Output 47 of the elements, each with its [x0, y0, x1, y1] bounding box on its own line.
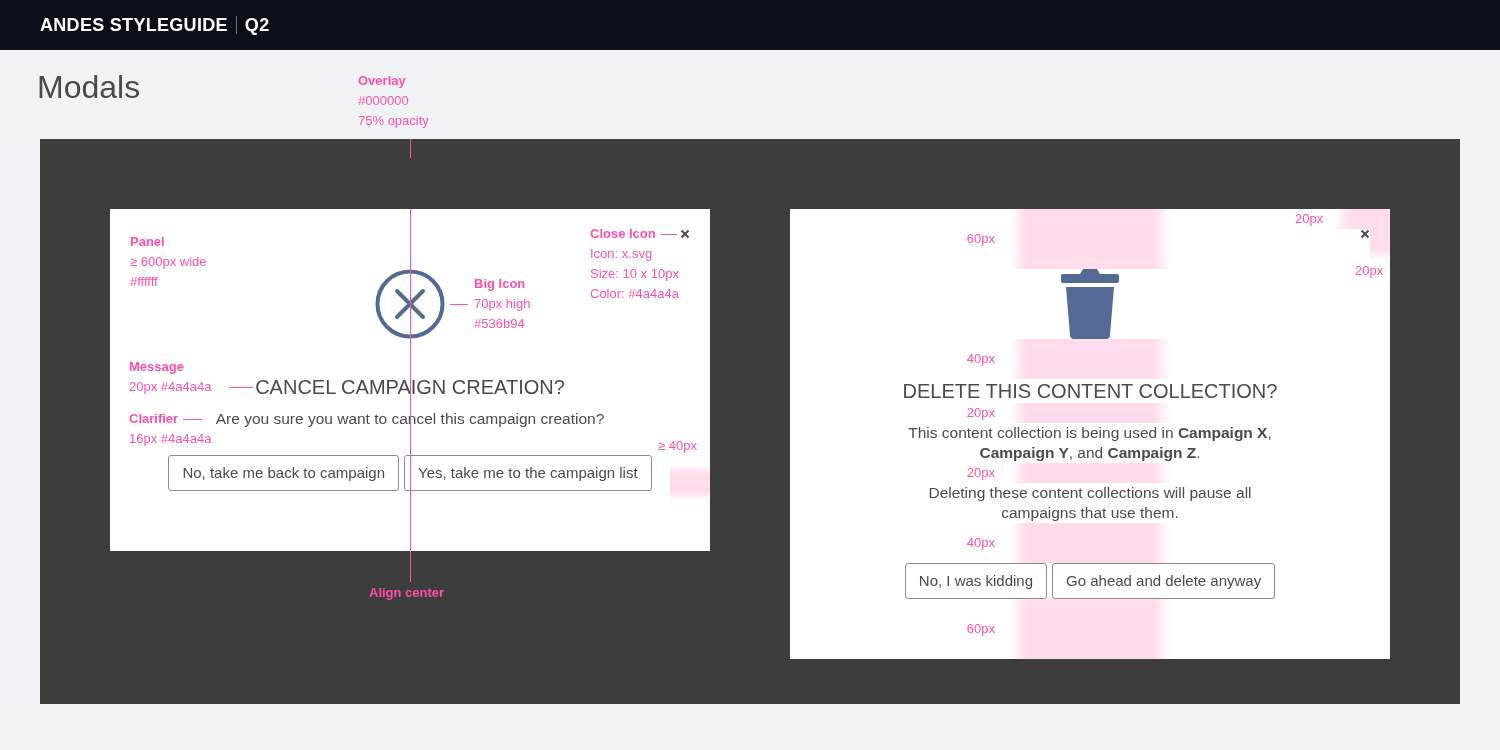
- annotation-title: Close Icon: [590, 225, 656, 243]
- section-label: Q2: [244, 13, 270, 37]
- spacing-label: 40px: [966, 350, 995, 368]
- spacing-label: 40px: [966, 534, 995, 552]
- annotation-title: Overlay: [358, 72, 407, 90]
- page-title: Modals: [37, 68, 141, 106]
- modal-button[interactable]: Yes, take me to the campaign list: [404, 455, 652, 491]
- close-icon[interactable]: [1360, 229, 1370, 239]
- modal-button[interactable]: No, I was kidding: [904, 563, 1048, 599]
- annotation-text: #ffffff: [130, 273, 159, 291]
- annotation-text: Size: 10 x 10px: [590, 265, 679, 283]
- annotation-title: Panel: [130, 233, 165, 251]
- annotation-text: 75% opacity: [358, 112, 429, 130]
- modal-clarifier: This content collection is being used in Campaign X, Campaign Y, and Campaign Z.: [907, 423, 1273, 463]
- spacing-label: 60px: [966, 230, 995, 248]
- leader-line: [410, 139, 411, 158]
- spacing-guide: [670, 465, 710, 500]
- annotation-text: 70px high: [474, 295, 531, 313]
- trash-icon: [1061, 269, 1119, 339]
- leader-line: [660, 233, 677, 235]
- leader-line: [183, 418, 203, 420]
- close-circle-icon: [375, 269, 445, 339]
- annotation-title: Clarifier: [129, 410, 179, 428]
- leader-line: [450, 304, 468, 305]
- modal-button[interactable]: Go ahead and delete anyway: [1052, 563, 1276, 599]
- close-icon[interactable]: [680, 229, 690, 239]
- annotation-text: #000000: [358, 92, 410, 110]
- annotation-text: #536b94: [474, 315, 526, 333]
- spacing-label: 20px: [1355, 262, 1384, 280]
- spacing-label: 20px: [966, 404, 995, 422]
- annotation-title: Align center: [369, 584, 445, 602]
- brand-title: ANDES STYLEGUIDE: [40, 13, 228, 37]
- modal-button[interactable]: No, take me back to campaign: [168, 455, 399, 491]
- annotation-text: 16px #4a4a4a: [129, 430, 212, 448]
- annotation-title: Message: [129, 358, 184, 376]
- modal-message: DELETE THIS CONTENT COLLECTION?: [902, 379, 1278, 403]
- annotation-text: Icon: x.svg: [590, 245, 654, 263]
- spacing-label: 20px: [1295, 210, 1324, 228]
- spacing-label: 20px: [966, 464, 995, 482]
- annotation-text: ≥ 40px: [658, 437, 697, 455]
- annotation-text: Color: #4a4a4a: [590, 285, 679, 303]
- annotation-text: 20px #4a4a4a: [129, 378, 212, 396]
- modal-clarifier: Deleting these content collections will pause all campaigns that use them.: [927, 483, 1253, 523]
- annotation-title: Big Icon: [474, 275, 526, 293]
- annotation-text: ≥ 600px wide: [130, 253, 207, 271]
- leader-line: [229, 387, 253, 388]
- spacing-label: 60px: [966, 620, 995, 638]
